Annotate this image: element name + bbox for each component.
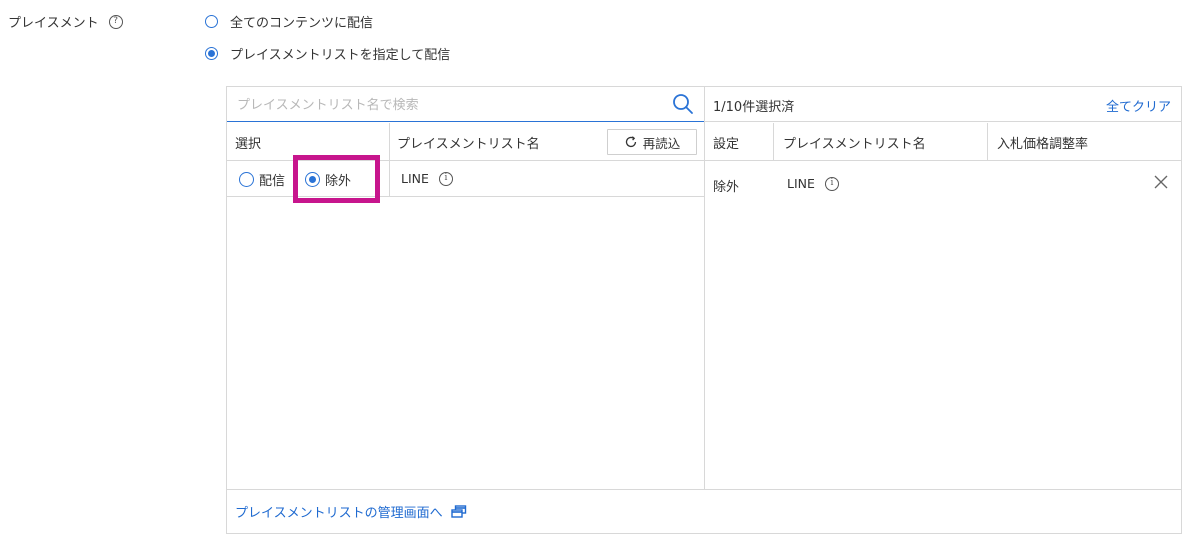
external-window-icon	[450, 504, 466, 518]
radio-specify-list[interactable]	[205, 47, 218, 60]
column-divider	[987, 123, 988, 160]
selected-lists-pane: 1/10件選択済 全てクリア 設定 プレイスメントリスト名 入札価格調整率 除外…	[705, 87, 1181, 489]
table-row: 除外 LINE i	[705, 161, 1181, 205]
option-all-content-label: 全てのコンテンツに配信	[230, 16, 374, 31]
row-list-name: LINE i	[401, 171, 453, 186]
clear-all-link[interactable]: 全てクリア	[1106, 96, 1171, 115]
search-icon[interactable]	[672, 93, 694, 119]
search-input[interactable]	[235, 93, 659, 117]
info-icon[interactable]: i	[824, 176, 839, 191]
header-list-name: プレイスメントリスト名	[397, 137, 540, 152]
option-all-content[interactable]: 全てのコンテンツに配信	[205, 12, 373, 31]
column-divider	[389, 160, 390, 196]
available-lists-pane: 選択 プレイスメントリスト名 再読込 配信 除外 LINE i	[227, 87, 705, 489]
reload-label: 再読込	[642, 135, 681, 151]
row-list-name-text: LINE	[787, 176, 815, 191]
row-setting: 除外	[713, 180, 740, 195]
header-bid-rate: 入札価格調整率	[997, 137, 1089, 152]
highlight-box	[293, 155, 380, 203]
manage-lists-link[interactable]: プレイスメントリストの管理画面へ	[235, 502, 467, 521]
selected-count: 1/10件選択済	[713, 100, 795, 115]
placement-section-label: プレイスメント ?	[8, 12, 123, 31]
close-icon[interactable]	[1153, 174, 1169, 194]
row-list-name: LINE i	[787, 176, 839, 191]
panel-footer: プレイスメントリストの管理画面へ	[227, 489, 1181, 533]
header-setting: 設定	[713, 137, 740, 152]
reload-icon	[625, 136, 636, 148]
selection-summary-row: 1/10件選択済 全てクリア	[705, 87, 1181, 122]
column-divider	[389, 123, 390, 160]
right-table-header: 設定 プレイスメントリスト名 入札価格調整率	[705, 123, 1181, 161]
info-icon[interactable]: i	[438, 171, 453, 186]
help-icon[interactable]: ?	[108, 14, 123, 29]
row-list-name-text: LINE	[401, 171, 429, 186]
placement-list-panel: 選択 プレイスメントリスト名 再読込 配信 除外 LINE i	[226, 86, 1182, 534]
placement-label-text: プレイスメント	[8, 16, 99, 31]
radio-deliver[interactable]	[239, 172, 254, 187]
manage-lists-link-label: プレイスメントリストの管理画面へ	[235, 506, 443, 521]
row-deliver-label: 配信	[259, 174, 286, 189]
radio-all-content[interactable]	[205, 15, 218, 28]
column-divider	[773, 123, 774, 160]
option-specify-list[interactable]: プレイスメントリストを指定して配信	[205, 44, 450, 63]
header-select: 選択	[235, 137, 262, 152]
option-specify-list-label: プレイスメントリストを指定して配信	[230, 48, 451, 63]
header-list-name: プレイスメントリスト名	[783, 137, 926, 152]
search-row	[227, 87, 704, 122]
reload-button[interactable]: 再読込	[607, 129, 697, 155]
row-option-deliver[interactable]: 配信	[239, 170, 285, 189]
